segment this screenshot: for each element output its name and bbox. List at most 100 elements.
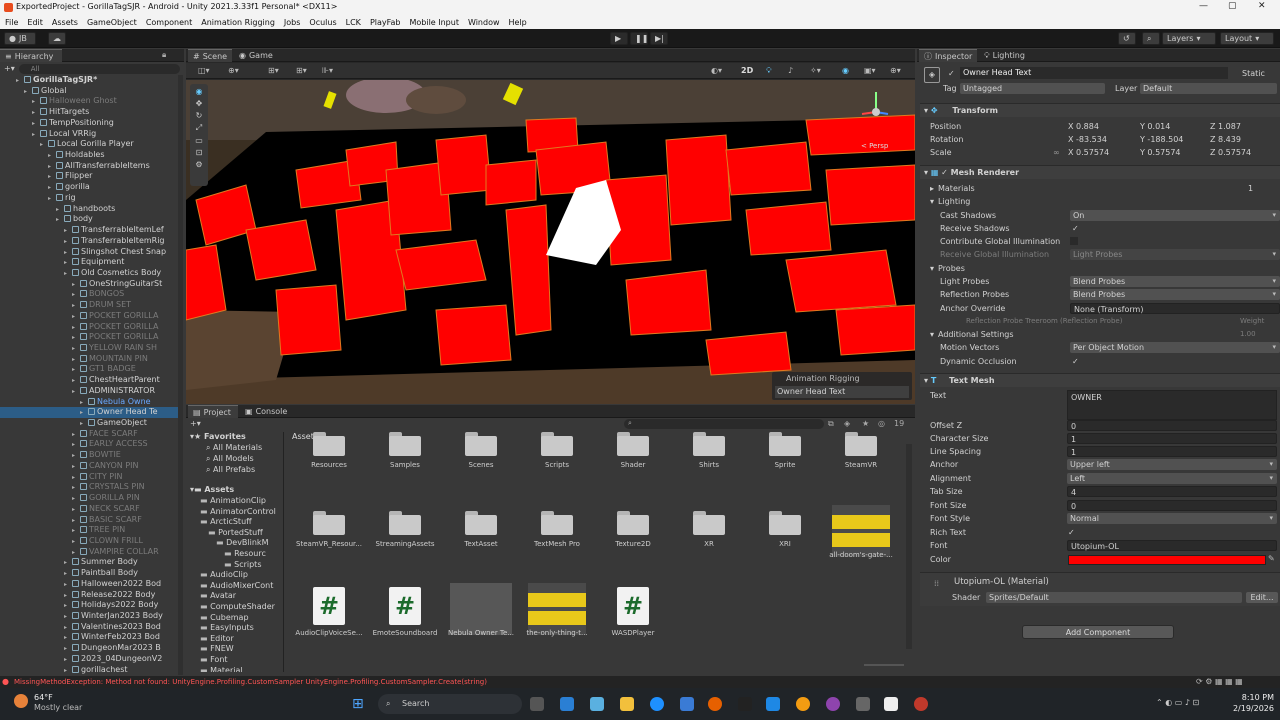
offset-z-field[interactable]: 0 (1067, 420, 1277, 431)
tab-project[interactable]: ▤ Project (188, 405, 238, 418)
project-tree-item[interactable]: ▬ PortedStuff (186, 528, 283, 539)
scene-viewport[interactable]: < Persp ◉ ✥ ↻ ⤢ ▭ ⊡ ⚙ Animation Rigging … (186, 80, 915, 404)
menu-file[interactable]: File (5, 18, 18, 27)
favorite-item[interactable]: ⌕ All Prefabs (206, 465, 255, 475)
folder-icon[interactable] (465, 432, 497, 456)
hierarchy-row[interactable]: ▸ Equipment (0, 257, 180, 268)
folder-icon[interactable] (465, 509, 497, 535)
gizmo-toggle-icon[interactable]: ⊕▾ (228, 66, 239, 75)
hierarchy-row[interactable]: ▸ BOWTIE (0, 450, 180, 461)
hierarchy-row[interactable]: ▸ HitTargets (0, 107, 180, 118)
hierarchy-row[interactable]: ▸ POCKET GORILLA (0, 322, 180, 333)
history-button[interactable]: ↺ (1118, 32, 1136, 45)
visibility-icon[interactable]: ◉ (842, 66, 849, 75)
project-tree-item[interactable]: ▬ Resourc (186, 549, 283, 560)
task-view-icon[interactable] (530, 697, 544, 711)
favorite-item[interactable]: ⌕ All Models (206, 454, 254, 464)
project-tree-item[interactable]: ▬ FNEW (186, 644, 283, 655)
menu-animation-rigging[interactable]: Animation Rigging (201, 18, 275, 27)
folder-icon[interactable] (769, 432, 801, 456)
menu-window[interactable]: Window (468, 18, 500, 27)
hierarchy-row[interactable]: ▸ Flipper (0, 171, 180, 182)
weather-icon[interactable] (14, 694, 28, 708)
folder-icon[interactable] (313, 509, 345, 535)
view-tool-icon[interactable]: ◉ (196, 87, 203, 96)
hierarchy-row[interactable]: ▸ Release2022 Body (0, 590, 180, 601)
line-spacing-field[interactable]: 1 (1067, 446, 1277, 457)
position-x[interactable]: X 0.884 (1068, 120, 1099, 133)
hierarchy-row[interactable]: ▸ POCKET GORILLA (0, 311, 180, 322)
project-search-input[interactable]: ⌕ (624, 419, 824, 429)
app-icon[interactable] (826, 697, 840, 711)
folder-icon[interactable] (617, 509, 649, 535)
script-icon[interactable]: # (313, 587, 345, 625)
hierarchy-row[interactable]: ▸ WinterJan2023 Body (0, 611, 180, 622)
2d-toggle[interactable]: 2D (741, 66, 753, 75)
scale-tool-icon[interactable]: ⤢ (196, 123, 202, 133)
lock-icon[interactable]: 🔒︎ (162, 50, 166, 60)
add-icon[interactable]: +▾ (4, 64, 15, 73)
hierarchy-row[interactable]: ▸ CLOWN FRILL (0, 536, 180, 547)
weather-temp[interactable]: 64°F (34, 693, 53, 702)
project-tree-item[interactable]: ▬ ArcticStuff (186, 517, 283, 528)
scale-x[interactable]: X 0.57574 (1068, 146, 1109, 159)
grid-icon[interactable]: ⊞▾ (296, 66, 307, 75)
project-tree-item[interactable]: ▬ EasyInputs (186, 623, 283, 634)
asset-label[interactable]: Samples (365, 461, 445, 469)
filter-type-icon[interactable]: ⧉ (828, 419, 834, 429)
text-mesh-header[interactable]: ▾ T Text Mesh (920, 373, 1280, 387)
create-icon[interactable]: +▾ (190, 419, 201, 428)
asset-label[interactable]: Resources (289, 461, 369, 469)
audio-clip-icon[interactable] (832, 505, 890, 557)
hierarchy-row[interactable]: ▸ Local Gorilla Player (0, 139, 180, 150)
layers-dropdown[interactable]: Layers ▾ (1162, 32, 1216, 45)
asset-label[interactable]: TextMesh Pro (517, 540, 597, 548)
draw-mode-icon[interactable]: ◫▾ (198, 66, 210, 75)
folder-icon[interactable] (693, 432, 725, 456)
status-icons[interactable]: ⟳ ⚙ ▦ ▦ ▦ (1196, 677, 1243, 686)
tab-scene[interactable]: # Scene (188, 49, 232, 62)
app-icon[interactable] (796, 697, 810, 711)
shader-dropdown[interactable]: Sprites/Default (986, 592, 1242, 603)
lighting-toggle-icon[interactable]: 💡︎ (766, 66, 772, 76)
dynamic-occlusion-checkbox[interactable]: ✓ (1072, 355, 1079, 368)
filter-label-icon[interactable]: ◈ (844, 419, 850, 428)
hierarchy-row[interactable]: ▸ Holidays2022 Body (0, 600, 180, 611)
tab-hierarchy[interactable]: ≡ Hierarchy (0, 49, 62, 62)
hierarchy-row[interactable]: ▸ VAMPIRE COLLAR (0, 547, 180, 558)
cast-shadows-dropdown[interactable]: On (1070, 210, 1280, 221)
pivot-icon[interactable]: ⊞▾ (268, 66, 279, 75)
project-tree-item[interactable]: ▬ AnimationClip (186, 496, 283, 507)
add-component-button[interactable]: Add Component (1022, 625, 1174, 639)
hierarchy-row[interactable]: ▸ Nebula Owne (0, 397, 180, 408)
asset-label[interactable]: XRI (745, 540, 825, 548)
hierarchy-row[interactable]: ▸ handboots (0, 204, 180, 215)
asset-scrollbar[interactable] (906, 444, 912, 649)
asset-label[interactable]: AudioClipVoiceSe... (289, 629, 369, 637)
hierarchy-search-input[interactable]: All (18, 63, 180, 74)
hierarchy-row[interactable]: ▸ TransferrableItemLef (0, 225, 180, 236)
custom-tool-icon[interactable]: ⚙ (195, 160, 202, 169)
hierarchy-row[interactable]: ▸ Old Cosmetics Body (0, 268, 180, 279)
gizmos-icon[interactable]: ⊕▾ (890, 66, 901, 75)
hierarchy-row[interactable]: ▸ body (0, 214, 180, 225)
project-tree-item[interactable]: ▬ Font (186, 655, 283, 666)
tab-inspector[interactable]: ⓘ Inspector (919, 49, 977, 62)
account-button[interactable]: ● JB (4, 32, 36, 45)
layer-dropdown[interactable]: Default (1140, 83, 1277, 94)
hierarchy-row[interactable]: ▸ NECK SCARF (0, 504, 180, 515)
folder-icon[interactable] (389, 509, 421, 535)
firefox-icon[interactable] (708, 697, 722, 711)
asset-label[interactable]: SteamVR_Resour... (289, 540, 369, 548)
project-tree-item[interactable]: ▬ Editor (186, 634, 283, 645)
tray-icons[interactable]: ⌃ ◐ ▭ ♪ ⊡ (1156, 698, 1199, 707)
maximize-icon[interactable]: ▢ (1228, 1, 1237, 11)
rotation-z[interactable]: Z 8.439 (1210, 133, 1241, 146)
hierarchy-row[interactable]: ▸ Holdables (0, 150, 180, 161)
move-tool-icon[interactable]: ✥ (196, 99, 203, 108)
hidden-packages-icon[interactable]: ◎ (878, 419, 885, 428)
tab-game[interactable]: ◉ Game (234, 49, 280, 62)
transform-tool-icon[interactable]: ⊡ (196, 148, 203, 157)
project-tree-item[interactable]: ▬ AudioClip (186, 570, 283, 581)
folder-icon[interactable] (313, 432, 345, 456)
